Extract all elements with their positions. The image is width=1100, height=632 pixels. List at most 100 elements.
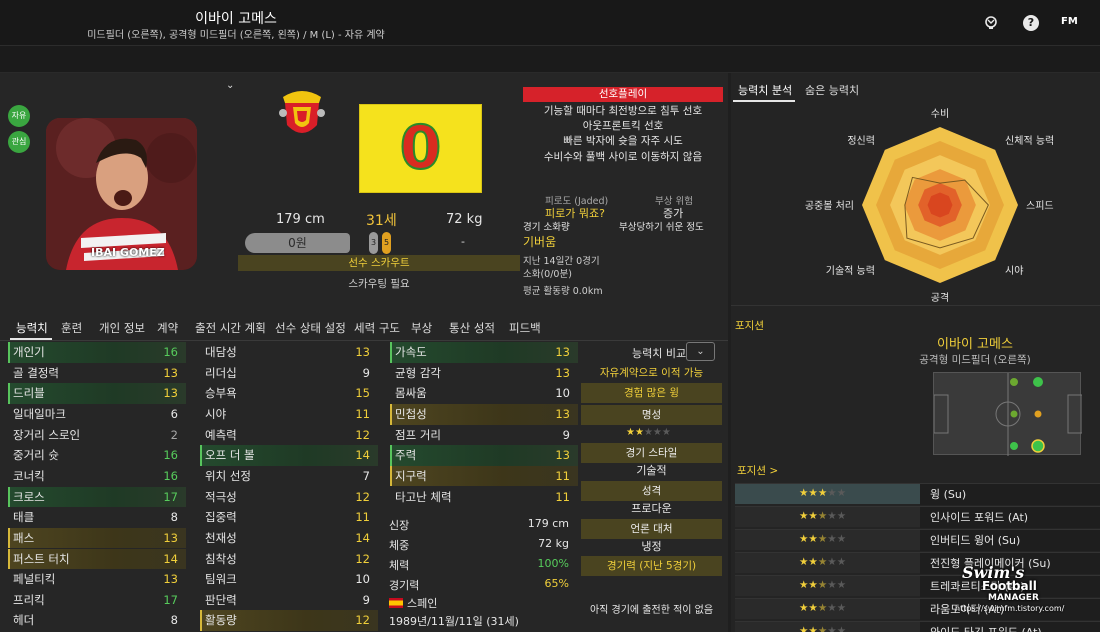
reputation-header: 명성: [581, 405, 722, 425]
attribute-name: 오프 더 볼: [205, 448, 255, 463]
weight-value: 72 kg: [446, 212, 483, 227]
attribute-value: 14: [355, 448, 370, 463]
attribute-row[interactable]: 리더십 9: [200, 363, 378, 384]
tab-dynamics[interactable]: 세력 구도: [354, 320, 400, 336]
scout-bar[interactable]: 선수 스카우트: [238, 255, 520, 271]
attribute-row[interactable]: 천재성 14: [200, 528, 378, 549]
role-rating: ★★★★★: [799, 487, 846, 499]
role-rating: ★★★★★: [799, 556, 846, 568]
radar-label: 정신력: [847, 135, 875, 147]
attribute-row[interactable]: 개인기 16: [8, 342, 186, 363]
attribute-row[interactable]: 장거리 스로인 2: [8, 425, 186, 446]
compare-dropdown-button[interactable]: ⌄: [686, 342, 715, 361]
attribute-row[interactable]: 승부욕 15: [200, 383, 378, 404]
attribute-row[interactable]: 태클 8: [8, 507, 186, 528]
role-name: 와이드 타깃 포워드 (At): [920, 622, 1100, 632]
attribute-row[interactable]: 팀워크 10: [200, 569, 378, 590]
star-icon: ★: [836, 602, 847, 614]
help-icon[interactable]: ?: [1023, 15, 1039, 31]
attribute-value: 13: [163, 572, 178, 587]
bio-value: 72 kg: [538, 537, 569, 550]
tab-injuries[interactable]: 부상: [411, 320, 432, 336]
attribute-row[interactable]: 적극성 12: [200, 487, 378, 508]
attribute-row[interactable]: 민첩성 13: [390, 403, 578, 425]
star-icon: ★: [836, 533, 847, 545]
nationality-text[interactable]: 스페인: [407, 595, 437, 611]
tab-contract[interactable]: 계약: [157, 320, 178, 336]
spain-flag-icon: [389, 598, 403, 608]
role-rating: ★★★★★: [799, 533, 846, 545]
chevron-down-icon[interactable]: ⌄: [226, 80, 234, 91]
star-icon: ★: [817, 487, 828, 499]
tab-attributes[interactable]: 능력치: [16, 320, 48, 336]
attribute-row[interactable]: 대담성 13: [200, 342, 378, 363]
attribute-row[interactable]: 프리킥 17: [8, 590, 186, 611]
attribute-row[interactable]: 페널티킥 13: [8, 569, 186, 590]
attribute-row[interactable]: 침착성 12: [200, 549, 378, 570]
role-row[interactable]: ★★★★★ 윙 (Su): [735, 483, 1100, 505]
star-icon: ★: [836, 556, 847, 568]
tab-playing-time[interactable]: 출전 시간 계획: [195, 320, 266, 336]
free-agent-badge: 자유: [8, 105, 30, 127]
attribute-row[interactable]: 가속도 13: [390, 342, 578, 363]
attribute-row[interactable]: 패스 13: [8, 527, 186, 549]
wage-dash: -: [461, 235, 465, 248]
star-icon: ★: [661, 427, 671, 438]
role-row[interactable]: ★★★★★와이드 타깃 포워드 (At): [735, 621, 1100, 632]
player-subtitle: 미드필더 (오른쪽), 공격형 미드필더 (오른쪽, 왼쪽) / M (L) -…: [87, 30, 385, 41]
attribute-row[interactable]: 점프 거리 9: [390, 425, 578, 446]
tab-personal[interactable]: 개인 정보: [99, 320, 145, 336]
role-row[interactable]: ★★★★★ 전진형 플레이메이커 (Su): [735, 552, 1100, 574]
attribute-row[interactable]: 타고난 체력 11: [390, 487, 578, 508]
attribute-value: 16: [163, 448, 178, 463]
fm-logo[interactable]: FM: [1061, 16, 1078, 27]
player-value-tag[interactable]: 0원: [245, 233, 350, 253]
roles-header[interactable]: 포지션 >: [737, 463, 778, 478]
tab-training[interactable]: 훈련: [61, 320, 82, 336]
attribute-name: 타고난 체력: [395, 489, 452, 504]
attribute-value: 10: [355, 572, 370, 587]
tab-player-status[interactable]: 선수 상태 설정: [275, 320, 346, 336]
attribute-name: 예측력: [205, 427, 237, 442]
attribute-row[interactable]: 몸싸움 10: [390, 383, 578, 404]
attribute-row[interactable]: 골 결정력 13: [8, 363, 186, 384]
attribute-row[interactable]: 오프 더 볼 14: [200, 445, 378, 466]
attribute-name: 드리블: [13, 386, 45, 401]
attribute-row[interactable]: 크로스 17: [8, 486, 186, 508]
role-row[interactable]: ★★★★★ 인사이드 포워드 (At): [735, 506, 1100, 528]
role-row[interactable]: ★★★★★ 라움도이터 (At): [735, 598, 1100, 620]
attribute-row[interactable]: 예측력 12: [200, 425, 378, 446]
role-name: 라움도이터 (At): [920, 599, 1100, 620]
attribute-row[interactable]: 드리블 13: [8, 383, 186, 404]
attribute-row[interactable]: 퍼스트 터치 14: [8, 548, 186, 570]
star-icon: ★: [799, 510, 809, 522]
attribute-row[interactable]: 일대일마크 6: [8, 404, 186, 425]
attribute-row[interactable]: 판단력 9: [200, 590, 378, 611]
tab-feedback[interactable]: 피드백: [509, 320, 541, 336]
tab-divider: [0, 340, 728, 341]
attribute-value: 17: [163, 489, 178, 504]
star-icon: ★: [817, 556, 828, 568]
attribute-row[interactable]: 지구력 11: [390, 465, 578, 487]
tab-attribute-analysis[interactable]: 능력치 분석: [738, 82, 792, 98]
attribute-row[interactable]: 헤더 8: [8, 610, 186, 631]
attribute-row[interactable]: 활동량 12: [200, 610, 378, 632]
role-name: 윙 (Su): [920, 484, 1100, 505]
role-row[interactable]: ★★★★★ 트레콰르티스타 (At): [735, 575, 1100, 597]
experience-badge: 경험 많은 윙: [581, 383, 722, 403]
attribute-row[interactable]: 집중력 11: [200, 507, 378, 528]
attribute-row[interactable]: 균형 감각 13: [390, 363, 578, 384]
world-icon[interactable]: [983, 15, 999, 31]
attribute-row[interactable]: 주력 13: [390, 445, 578, 466]
role-row[interactable]: ★★★★★ 인버티드 윙어 (Su): [735, 529, 1100, 551]
attribute-row[interactable]: 시야 11: [200, 404, 378, 425]
star-icon: ★: [808, 556, 818, 568]
attribute-row[interactable]: 코너킥 16: [8, 466, 186, 487]
attribute-value: 14: [163, 551, 178, 566]
tab-career[interactable]: 통산 성적: [449, 320, 495, 336]
radar-label: 시야: [1005, 265, 1023, 277]
attribute-row[interactable]: 중거리 슛 16: [8, 445, 186, 466]
attribute-row[interactable]: 위치 선정 7: [200, 466, 378, 487]
attribute-name: 적극성: [205, 489, 237, 504]
tab-hidden-attributes[interactable]: 숨은 능력치: [805, 82, 859, 98]
